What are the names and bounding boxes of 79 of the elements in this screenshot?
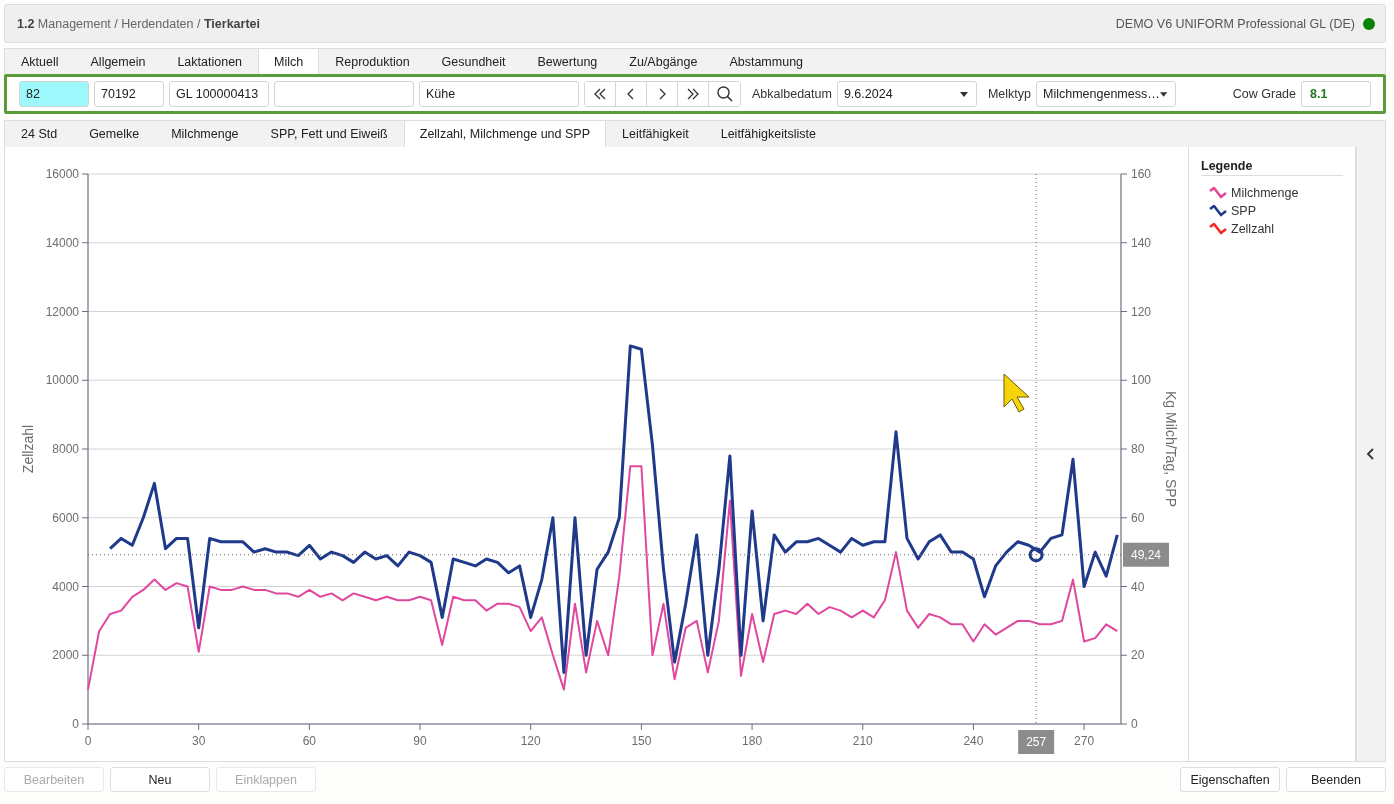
tick-label: 0: [1131, 717, 1138, 731]
legend-label: SPP: [1231, 204, 1256, 218]
breadcrumb: 1.2 Management / Herdendaten / Tierkartei: [17, 16, 260, 31]
tab[interactable]: Milchmenge: [155, 121, 255, 147]
tick-label: 8000: [52, 442, 79, 456]
value-tooltip: 49,24: [1123, 542, 1169, 567]
tick-label: 90: [413, 734, 427, 748]
tick-label: 14000: [45, 235, 79, 250]
axis-title: Zellzahl: [20, 424, 36, 474]
tick-label: 4000: [52, 579, 79, 594]
grade-field: 8.1: [1301, 81, 1371, 107]
tab[interactable]: Gemelke: [73, 121, 156, 147]
tab[interactable]: Zellzahl, Milchmenge und SPP: [403, 121, 606, 147]
double-chevron-right-icon: [685, 86, 701, 102]
legend-label: Zellzahl: [1231, 222, 1275, 236]
tick-label: 6000: [52, 510, 79, 525]
tick-label: 140: [1131, 235, 1152, 250]
action-button[interactable]: Neu: [110, 767, 210, 792]
tab[interactable]: Zu/Abgänge: [613, 49, 714, 74]
legend-title: Legende: [1201, 159, 1343, 176]
tick-label: 100: [1131, 373, 1152, 388]
tab[interactable]: Aktuell: [5, 49, 75, 74]
ref-line-label: 49,24: [1130, 547, 1162, 562]
tab[interactable]: 24 Std: [5, 121, 74, 147]
tab[interactable]: Leitfähigkeit: [606, 121, 705, 147]
tick-label: 16000: [45, 167, 79, 181]
axis-title: Kg Milch/Tag, SPP: [1163, 391, 1179, 507]
cursor-icon: [1003, 373, 1030, 413]
tab[interactable]: SPP, Fett und Eiweiß: [254, 121, 404, 147]
tick-label: 2000: [52, 648, 79, 663]
tick-label: 180: [742, 734, 763, 748]
tab[interactable]: Bewertung: [521, 49, 614, 74]
tick-label: 40: [1131, 579, 1145, 594]
tick-label: 80: [1131, 442, 1145, 456]
tick-label: 30: [192, 734, 206, 748]
tick-label: 12000: [45, 304, 79, 319]
field-label: Abkalbedatum: [752, 87, 832, 101]
tab[interactable]: Laktationen: [161, 49, 259, 74]
input-field[interactable]: 70192: [94, 81, 164, 107]
input-field[interactable]: [274, 81, 414, 107]
tick-label: 0: [72, 717, 79, 731]
double-chevron-left-icon: [592, 86, 608, 102]
tick-label: 60: [302, 734, 317, 748]
legend-label: Milchmenge: [1231, 186, 1299, 200]
value-tooltip: 257: [1018, 730, 1055, 754]
field-label: Cow Grade: [1232, 87, 1296, 101]
tick-label: 10000: [45, 373, 79, 388]
tick-label: 270: [1074, 734, 1095, 748]
chevron-left-icon[interactable]: [1366, 447, 1376, 461]
tick-label: 0: [84, 734, 92, 748]
type-dropdown[interactable]: Milchmengenmess…: [1036, 81, 1176, 107]
input-field[interactable]: GL 100000413: [169, 81, 269, 107]
search-icon: [715, 85, 734, 103]
tick-label: 20: [1131, 648, 1145, 663]
input-field[interactable]: Kühe: [419, 81, 579, 107]
date-dropdown[interactable]: 9.6.2024: [836, 81, 977, 107]
tab[interactable]: Milch: [258, 49, 320, 75]
tab[interactable]: Abstammung: [713, 49, 820, 74]
first-button[interactable]: [585, 82, 616, 106]
tab[interactable]: Gesundheit: [425, 49, 522, 74]
tick-label: 210: [852, 734, 873, 748]
caret-icon: [959, 91, 968, 97]
tick-label: 120: [520, 734, 541, 748]
field-label: Melktyp: [987, 87, 1031, 101]
input-field[interactable]: 82: [19, 81, 89, 107]
tick-label: 60: [1131, 510, 1145, 525]
tick-label: 160: [1131, 167, 1152, 181]
tick-label: 150: [631, 734, 652, 748]
license-label: DEMO V6 UNIFORM Professional GL (DE): [1115, 16, 1355, 31]
action-button[interactable]: Eigenschaften: [1180, 767, 1280, 792]
tab[interactable]: Reproduktion: [319, 49, 426, 74]
tab[interactable]: Leitfähigkeitsliste: [704, 121, 832, 147]
ref-line-label: 257: [1026, 735, 1047, 749]
caret-icon: [1159, 91, 1167, 97]
action-button[interactable]: Beenden: [1286, 767, 1386, 792]
tab[interactable]: Allgemein: [74, 49, 162, 74]
tick-label: 120: [1131, 304, 1152, 319]
point-marker: [1028, 547, 1044, 563]
tick-label: 240: [963, 734, 984, 748]
